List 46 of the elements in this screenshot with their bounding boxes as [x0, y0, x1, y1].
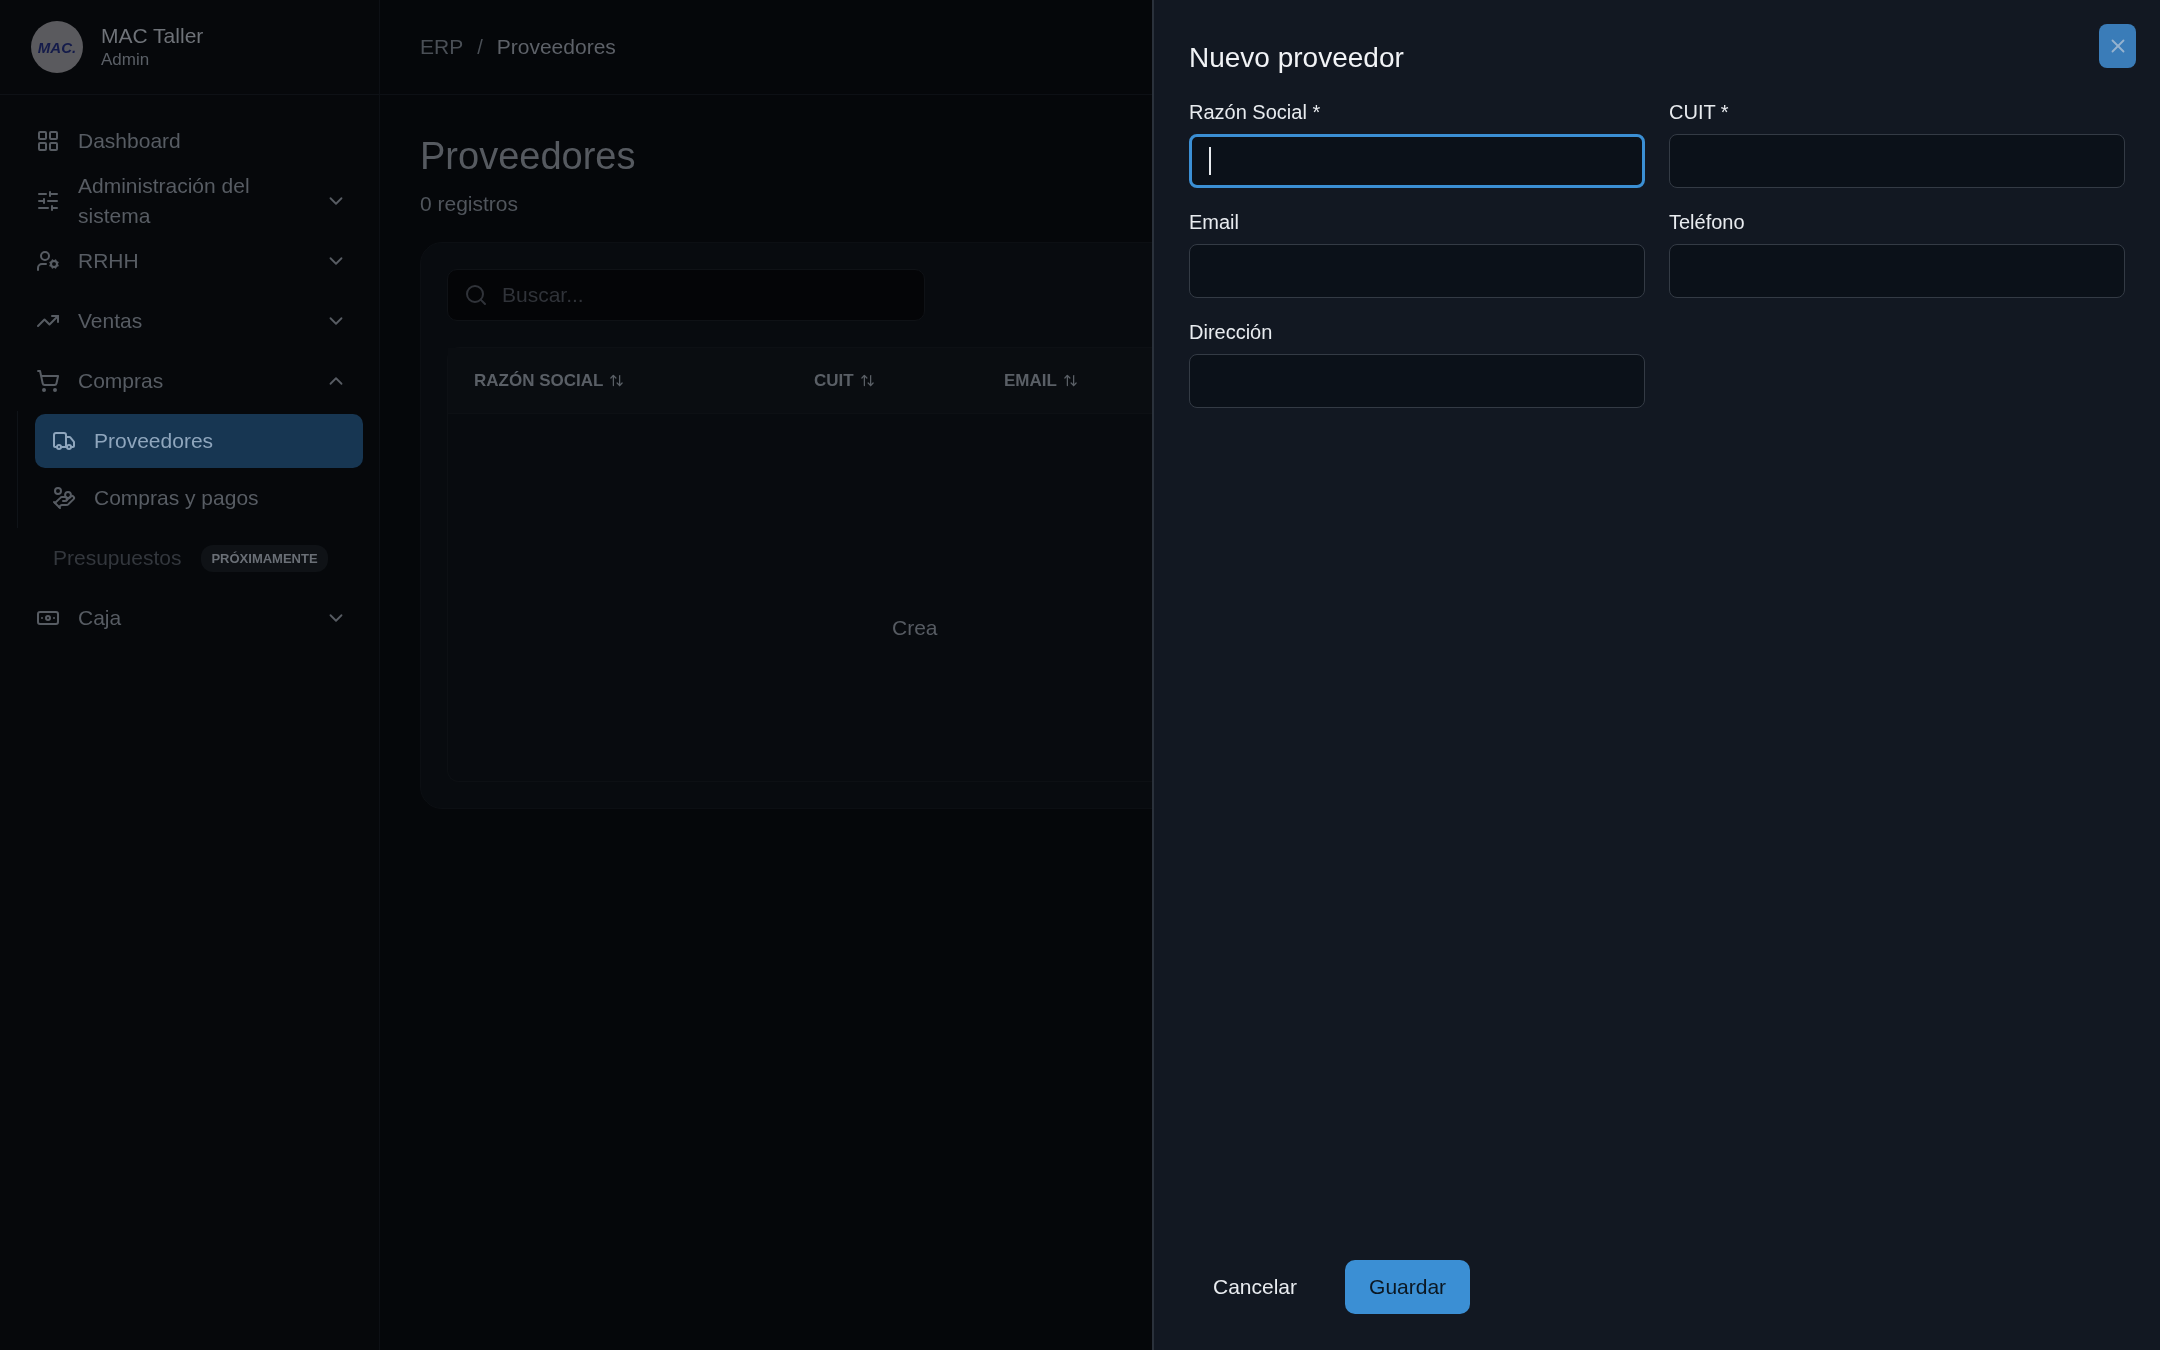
field-label: Razón Social *: [1189, 100, 1322, 124]
column-header[interactable]: CUIT: [814, 370, 1004, 391]
breadcrumb-item[interactable]: ERP: [420, 35, 464, 59]
breadcrumb-item[interactable]: Proveedores: [496, 35, 616, 59]
nav-group[interactable]: Administración del sistema: [20, 171, 363, 231]
sort-icon: [859, 373, 875, 388]
user-role: Admin: [101, 50, 151, 70]
column-header[interactable]: RAZÓN SOCIAL: [474, 370, 814, 391]
input-field[interactable]: [1189, 244, 1645, 298]
nav-subitem[interactable]: Proveedores: [35, 414, 363, 468]
field-label: Teléfono: [1669, 210, 1746, 234]
close-button[interactable]: [2099, 24, 2136, 68]
nav-group[interactable]: Compras: [20, 351, 363, 411]
breadcrumb-separator: /: [477, 35, 483, 59]
cancel-button[interactable]: Cancelar: [1189, 1260, 1322, 1314]
empty-message: Crea: [892, 615, 938, 640]
input-field[interactable]: [1189, 134, 1645, 188]
nav-item[interactable]: Dashboard: [20, 111, 363, 171]
brand-name: MAC Taller: [101, 24, 204, 48]
coming-soon-badge: PRÓXIMAMENTE: [201, 544, 328, 572]
sort-icon: [609, 373, 625, 388]
text-cursor: [1209, 147, 1211, 175]
drawer-title: Nuevo proveedor: [1189, 42, 1404, 74]
input-field[interactable]: [1669, 134, 2125, 188]
column-header[interactable]: EMAIL: [1004, 370, 1152, 391]
grid-icon: [36, 129, 60, 153]
input-field[interactable]: [1669, 244, 2125, 298]
nav-group[interactable]: RRHH: [20, 231, 363, 291]
truck-icon: [52, 429, 76, 453]
record-count: 0 registros: [420, 192, 520, 216]
logo: MAC.: [31, 21, 83, 73]
search-icon: [464, 283, 488, 307]
cart-icon: [36, 369, 60, 393]
user-gear-icon: [36, 249, 60, 273]
field-label: Dirección: [1189, 320, 1274, 344]
page-title: Proveedores: [420, 135, 637, 178]
field-label: Email: [1189, 210, 1240, 234]
nav-group[interactable]: Caja: [20, 588, 363, 648]
sort-icon: [1062, 373, 1078, 388]
sliders-icon: [36, 189, 60, 213]
nav-group[interactable]: Ventas: [20, 291, 363, 351]
input-field[interactable]: [1189, 354, 1645, 408]
save-button[interactable]: Guardar: [1345, 1260, 1471, 1314]
nav-subitem[interactable]: Compras y pagos: [35, 471, 363, 525]
field-label: CUIT *: [1669, 100, 1730, 124]
hand-coins-icon: [52, 486, 76, 510]
